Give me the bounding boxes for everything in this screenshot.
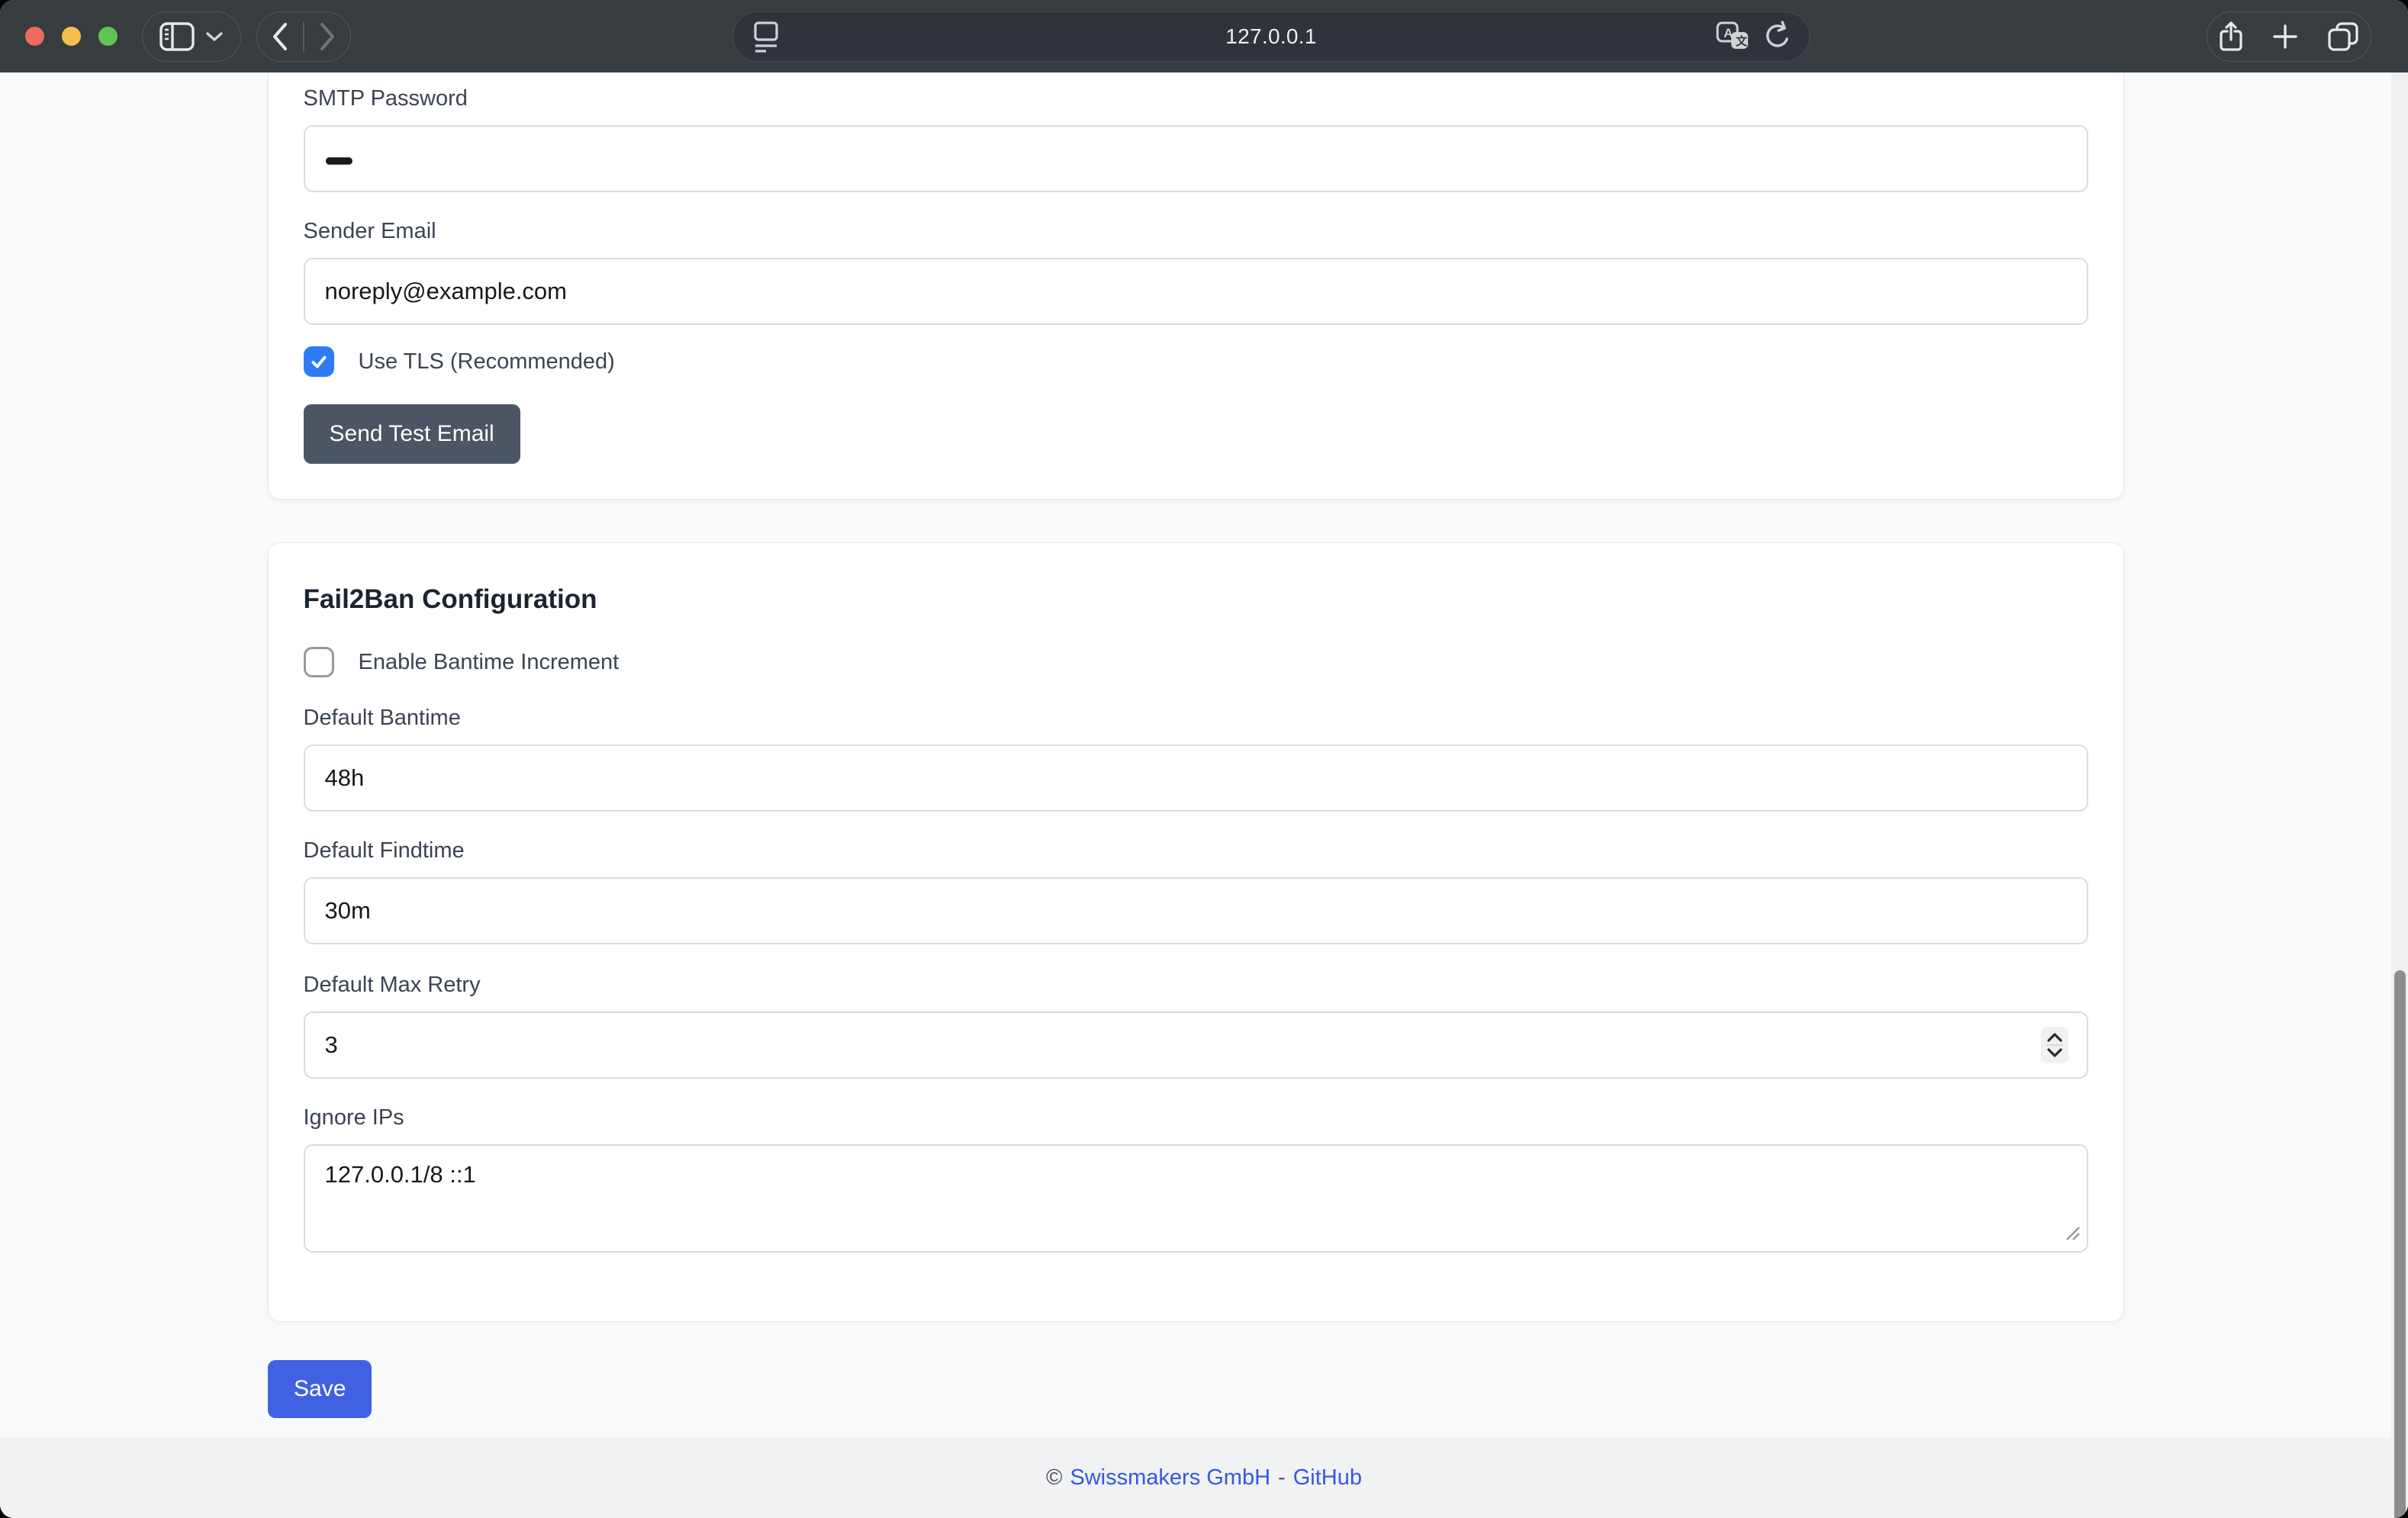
number-stepper[interactable] xyxy=(2041,1027,2068,1063)
fail2ban-card: Fail2Ban Configuration Enable Bantime In… xyxy=(268,542,2124,1322)
zoom-window-button[interactable] xyxy=(98,27,118,46)
default-findtime-input[interactable] xyxy=(304,877,2088,944)
default-max-retry-input[interactable] xyxy=(304,1011,2088,1079)
close-window-button[interactable] xyxy=(25,27,44,46)
forward-button[interactable] xyxy=(304,12,350,61)
address-bar[interactable]: 127.0.0.1 A 文 xyxy=(732,11,1810,62)
page-footer: © Swissmakers GmbH - GitHub xyxy=(0,1438,2408,1518)
default-findtime-label: Default Findtime xyxy=(304,838,2088,864)
use-tls-row: Use TLS (Recommended) xyxy=(304,346,2088,377)
default-bantime-input[interactable] xyxy=(304,745,2088,812)
use-tls-checkbox[interactable] xyxy=(304,346,334,377)
enable-bantime-row: Enable Bantime Increment xyxy=(304,647,2088,677)
github-link[interactable]: GitHub xyxy=(1293,1465,1362,1491)
svg-text:文: 文 xyxy=(1736,34,1748,48)
tab-overview-icon[interactable] xyxy=(2327,21,2359,52)
sender-email-input[interactable] xyxy=(304,258,2088,325)
reload-icon[interactable] xyxy=(1763,21,1792,53)
scrollbar-track[interactable] xyxy=(2391,72,2408,1518)
checkmark-icon xyxy=(309,352,329,371)
smtp-settings-card: SMTP Password Sender Email Use TLS (Reco… xyxy=(268,72,2124,500)
footer-separator: - xyxy=(1278,1465,1286,1491)
translate-icon[interactable]: A 文 xyxy=(1716,21,1751,52)
page-settings-icon[interactable] xyxy=(753,21,779,53)
browser-window: 127.0.0.1 A 文 xyxy=(0,0,2408,1518)
smtp-password-input[interactable] xyxy=(304,125,2088,192)
enable-bantime-checkbox[interactable] xyxy=(304,647,334,677)
send-test-email-button[interactable]: Send Test Email xyxy=(304,404,520,464)
default-max-retry-label: Default Max Retry xyxy=(304,972,2088,998)
sidebar-toggle-group[interactable] xyxy=(142,11,241,62)
new-tab-icon[interactable] xyxy=(2272,24,2298,50)
chevron-down-icon xyxy=(205,31,224,43)
stepper-up-icon xyxy=(2047,1033,2062,1042)
traffic-lights xyxy=(25,27,118,46)
window-actions-group xyxy=(2207,11,2371,62)
page-viewport: SMTP Password Sender Email Use TLS (Reco… xyxy=(0,72,2408,1518)
browser-toolbar: 127.0.0.1 A 文 xyxy=(0,0,2408,72)
resize-handle-icon[interactable] xyxy=(2064,1224,2082,1246)
scrollbar-thumb[interactable] xyxy=(2394,970,2406,1518)
stepper-down-icon xyxy=(2047,1048,2062,1057)
share-icon[interactable] xyxy=(2219,21,2243,53)
default-bantime-label: Default Bantime xyxy=(304,705,2088,731)
minimize-window-button[interactable] xyxy=(62,27,81,46)
company-link[interactable]: Swissmakers GmbH xyxy=(1070,1465,1270,1491)
fail2ban-title: Fail2Ban Configuration xyxy=(304,583,2088,616)
sender-email-label: Sender Email xyxy=(304,218,2088,244)
navigation-group xyxy=(256,11,351,62)
enable-bantime-label: Enable Bantime Increment xyxy=(359,650,620,675)
save-button[interactable]: Save xyxy=(268,1360,372,1418)
stepper-divider xyxy=(2046,1044,2063,1046)
back-button[interactable] xyxy=(257,12,303,61)
sidebar-icon xyxy=(159,22,195,51)
ignore-ips-label: Ignore IPs xyxy=(304,1105,2088,1130)
copyright-symbol: © xyxy=(1046,1465,1062,1491)
smtp-password-label: SMTP Password xyxy=(304,85,2088,111)
url-text: 127.0.0.1 xyxy=(1225,24,1316,49)
ignore-ips-textarea[interactable]: 127.0.0.1/8 ::1 xyxy=(304,1144,2088,1253)
use-tls-label: Use TLS (Recommended) xyxy=(359,349,615,375)
